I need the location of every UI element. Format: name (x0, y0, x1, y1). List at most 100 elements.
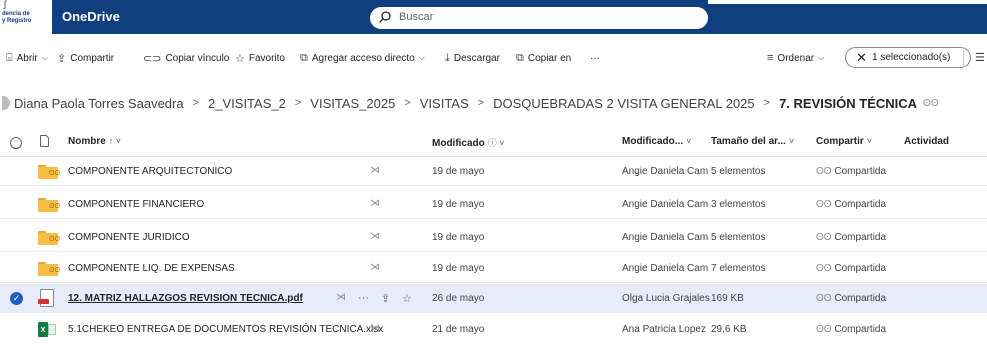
logo-emblem-icon: ʃ (4, 0, 6, 9)
chevron-down-icon: ⌵ (418, 53, 425, 62)
open-label: Abrir (16, 52, 38, 64)
open-icon: ⌻ (6, 51, 13, 64)
breadcrumb-separator: > (294, 97, 302, 109)
column-header-activity[interactable]: Actividad (904, 136, 949, 147)
modified-date: 26 de mayo (432, 293, 485, 304)
shared-people-icon: ʘʘ (816, 199, 835, 210)
sharing-status[interactable]: ʘʘ Compartida (816, 199, 886, 210)
search-icon (379, 11, 391, 23)
column-header-modified[interactable]: Modificado ⓘ ˅ (432, 136, 505, 149)
sharing-label: Compartida (834, 293, 887, 304)
copy-icon: ⧉ (516, 51, 524, 64)
user-avatar-icon (2, 96, 10, 110)
select-all-checkbox[interactable] (10, 137, 22, 149)
share-button[interactable]: ⇪ Compartir (57, 51, 114, 65)
pin-icon[interactable]: ⋊ (370, 198, 380, 209)
view-options-icon[interactable]: ☰ (975, 51, 985, 64)
share-icon[interactable]: ⇪ (381, 292, 390, 305)
copy-link-button[interactable]: ⊂⊃ Copiar vínculo (143, 51, 229, 65)
shared-people-icon: ʘʘ (923, 97, 939, 109)
file-row[interactable]: ʘʘ COMPONENTE JURIDICO ⋊ 19 de mayo Angi… (0, 223, 987, 252)
file-row-selected[interactable]: ✓ 12. MATRIZ HALLAZGOS REVISION TECNICA.… (0, 284, 987, 313)
shared-folder-icon: ʘʘ (38, 198, 60, 212)
column-header-modified-by[interactable]: Modificado... ˅ (622, 136, 691, 147)
pin-icon[interactable]: ⋊ (370, 231, 380, 242)
share-label: Compartir (70, 52, 115, 64)
search-input[interactable]: Buscar (399, 11, 433, 23)
search-box[interactable]: Buscar (370, 7, 708, 29)
file-name[interactable]: COMPONENTE JURIDICO (68, 232, 190, 243)
column-modified-by-label: Modificado... (622, 136, 684, 147)
organization-logo[interactable]: ʃ dencia de y Registro (0, 0, 52, 34)
selection-count-pill[interactable]: ✕ 1 seleccionado(s) (845, 47, 971, 68)
breadcrumb-item[interactable]: 2_VISITAS_2 (208, 96, 286, 111)
favorite-button[interactable]: ☆ Favorito (235, 51, 285, 65)
sharing-status[interactable]: ʘʘ Compartida (816, 232, 886, 243)
file-size: 169 KB (711, 293, 744, 304)
chevron-down-icon: ˅ (866, 136, 873, 146)
open-button[interactable]: ⌻ Abrir ⌵ (6, 51, 48, 65)
sharing-label: Compartida (834, 263, 887, 274)
download-button[interactable]: ⤓ Descargar (445, 51, 500, 65)
close-icon[interactable]: ✕ (856, 50, 867, 66)
shared-folder-icon: ʘʘ (38, 165, 60, 179)
pin-icon[interactable]: ⋊ (370, 262, 380, 273)
breadcrumb-item[interactable]: VISITAS_2025 (310, 96, 395, 111)
file-size: 7 elementos (711, 263, 766, 274)
file-name[interactable]: 5.1CHEKEO ENTREGA DE DOCUMENTOS REVISIÓN… (68, 324, 383, 335)
breadcrumb-item[interactable]: VISITAS (420, 96, 469, 111)
breadcrumb-item[interactable]: Diana Paola Torres Saavedra (14, 96, 184, 111)
share-icon: ⇪ (57, 52, 67, 65)
checkmark-icon[interactable]: ✓ (10, 292, 23, 305)
copy-to-button[interactable]: ⧉ Copiar en (516, 51, 571, 65)
file-row[interactable]: ʘʘ COMPONENTE LIQ. DE EXPENSAS ⋊ 19 de m… (0, 254, 987, 283)
modified-by: Angie Daniela Cam (622, 166, 709, 177)
sharing-status[interactable]: ʘʘ Compartida (816, 324, 886, 335)
sharing-status[interactable]: ʘʘ Compartida (816, 293, 886, 304)
column-header-size[interactable]: Tamaño del ar... ˅ (711, 136, 794, 147)
star-icon[interactable]: ☆ (402, 292, 412, 305)
add-shortcut-label: Agregar acceso directo (311, 52, 415, 64)
column-header-name[interactable]: Nombre ↑ ˅ (68, 136, 121, 147)
column-name-label: Nombre (68, 136, 106, 147)
file-name[interactable]: COMPONENTE LIQ. DE EXPENSAS (68, 263, 235, 274)
breadcrumb-item[interactable]: DOSQUEBRADAS 2 VISITA GENERAL 2025 (493, 96, 755, 111)
sort-button[interactable]: ≡ Ordenar ⌵ (767, 51, 824, 65)
file-row[interactable]: ʘʘ COMPONENTE FINANCIERO ⋊ 19 de mayo An… (0, 190, 987, 219)
file-name[interactable]: 12. MATRIZ HALLAZGOS REVISION TECNICA.pd… (68, 293, 303, 304)
more-commands-button[interactable]: ··· (590, 51, 600, 65)
file-row[interactable]: ʘʘ COMPONENTE ARQUITECTONICO ⋊ 19 de may… (0, 157, 987, 186)
modified-date: 19 de mayo (432, 166, 485, 177)
app-name[interactable]: OneDrive (62, 9, 120, 24)
shared-people-icon: ʘʘ (816, 263, 835, 274)
sharing-status[interactable]: ʘʘ Compartida (816, 263, 886, 274)
sharing-label: Compartida (834, 232, 887, 243)
sharing-label: Compartida (834, 199, 887, 210)
chevron-down-icon: ˅ (788, 136, 795, 146)
pin-icon[interactable]: ⋊ (370, 323, 380, 334)
breadcrumb-separator: > (477, 97, 485, 109)
file-name[interactable]: COMPONENTE ARQUITECTONICO (68, 166, 232, 177)
file-name[interactable]: COMPONENTE FINANCIERO (68, 199, 204, 210)
modified-by: Ana Patricia Lopez (622, 324, 706, 335)
breadcrumb-separator: > (192, 97, 200, 109)
more-actions-icon[interactable]: ··· (358, 292, 369, 304)
pin-icon[interactable]: ⋊ (370, 165, 380, 176)
modified-by: Angie Daniela Cam (622, 263, 709, 274)
selection-count-label: 1 seleccionado(s) (872, 52, 951, 63)
shared-people-icon: ʘʘ (816, 324, 835, 335)
favorite-label: Favorito (248, 52, 285, 64)
modified-by: Angie Daniela Cam (622, 199, 709, 210)
breadcrumb-separator: > (404, 97, 411, 109)
shared-people-icon: ʘʘ (816, 166, 835, 177)
modified-by: Angie Daniela Cam (622, 232, 709, 243)
sharing-status[interactable]: ʘʘ Compartida (816, 166, 886, 177)
sharing-label: Compartida (834, 324, 887, 335)
pin-icon[interactable]: ⋊ (336, 292, 346, 303)
file-row[interactable]: x 5.1CHEKEO ENTREGA DE DOCUMENTOS REVISI… (0, 315, 987, 344)
column-modified-label: Modificado (432, 138, 485, 149)
more-label: ··· (590, 52, 600, 64)
column-header-sharing[interactable]: Compartir ˅ (816, 136, 872, 147)
column-sharing-label: Compartir (816, 136, 864, 147)
add-shortcut-button[interactable]: ⧉ Agregar acceso directo ⌵ (300, 51, 425, 65)
